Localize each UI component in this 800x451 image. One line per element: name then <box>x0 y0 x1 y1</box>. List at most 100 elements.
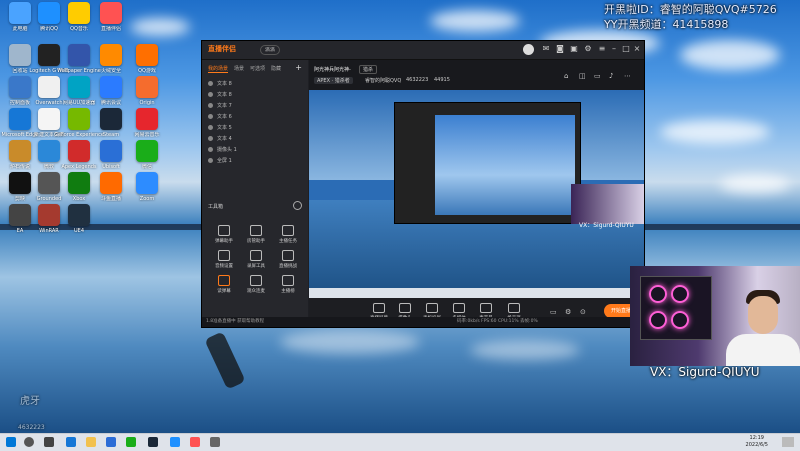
app-icon <box>136 108 158 130</box>
source-item[interactable]: 文本 8 <box>202 78 308 89</box>
clock-date: 2022/6/5 <box>745 442 768 448</box>
add-source-icon[interactable]: + <box>295 64 302 73</box>
eye-icon[interactable] <box>208 92 213 97</box>
status-help[interactable]: 1.8准备直播中 获取帮助教程 <box>206 317 264 327</box>
desktop-icon-label: 微信 <box>141 164 152 170</box>
gift-icon[interactable]: ▣ <box>569 44 579 54</box>
eye-icon[interactable] <box>208 103 213 108</box>
more-icon[interactable]: ⋯ <box>624 72 631 80</box>
tool-item[interactable]: 观众连麦 <box>240 275 272 294</box>
tool-item[interactable]: 读弹幕 <box>208 275 240 294</box>
app-icon <box>68 204 90 226</box>
lock-icon[interactable]: ⌂ <box>564 72 568 80</box>
tab-my-scene[interactable]: 我的场景 <box>208 65 229 73</box>
app-icon <box>136 172 158 194</box>
status-metrics: 码率:0kb/s FPS:60 CPU:11% 丢帧:0% <box>457 319 538 324</box>
taskbar: 12:19 2022/6/5 <box>0 433 800 451</box>
clock-time: 12:19 <box>749 435 764 441</box>
notification-icon[interactable] <box>782 437 794 447</box>
webcam-overlay <box>630 266 800 366</box>
camera-icon[interactable]: ◙ <box>555 44 565 54</box>
bell-icon[interactable]: ♪ <box>609 72 613 80</box>
task-view-icon[interactable] <box>44 437 54 447</box>
room-title[interactable]: 阿光神兵阿光神- <box>314 66 351 73</box>
scene-tabs: 我的场景 场景 可选项 隐藏 + <box>202 60 308 78</box>
video-icon[interactable]: ▭ <box>550 308 557 316</box>
desktop-icon[interactable]: 直播伴侣 <box>85 2 137 32</box>
eye-icon[interactable] <box>208 125 213 130</box>
app2-taskbar-icon[interactable] <box>210 437 220 447</box>
edge-taskbar-icon[interactable] <box>66 437 76 447</box>
app-brand: 直播伴侣 <box>208 45 236 53</box>
monitor-icon <box>373 303 385 313</box>
room-tag[interactable]: 猎杀 <box>359 65 378 74</box>
source-item[interactable]: 文本 8 <box>202 89 308 100</box>
eye-icon[interactable] <box>208 114 213 119</box>
maximize-icon[interactable]: □ <box>621 44 631 54</box>
close-icon[interactable]: × <box>632 44 642 54</box>
record-icon[interactable]: ▭ <box>594 72 601 80</box>
phone-icon <box>426 303 438 313</box>
tab-hidden[interactable]: 隐藏 <box>271 65 281 73</box>
eye-icon[interactable] <box>208 158 213 163</box>
search-icon[interactable] <box>24 437 34 447</box>
tab-scene[interactable]: 场景 <box>234 65 244 73</box>
steam-taskbar-icon[interactable] <box>148 437 158 447</box>
live-assistant-taskbar-icon[interactable] <box>190 437 200 447</box>
app-badge[interactable]: 派派 <box>260 45 281 55</box>
source-item[interactable]: 文本 7 <box>202 100 308 111</box>
tool-item[interactable]: 弹幕助手 <box>208 225 240 244</box>
status-bar: 1.8准备直播中 获取帮助教程 码率:0kb/s FPS:60 CPU:11% … <box>202 317 644 327</box>
settings-icon[interactable]: ⚙ <box>565 308 571 316</box>
toolbox-settings-icon[interactable] <box>293 201 302 210</box>
wechat-taskbar-icon[interactable] <box>126 437 136 447</box>
tool-item[interactable]: 音频设置 <box>208 250 240 269</box>
tool-grid: 弹幕助手 房管助手 主播任务 音频设置 录屏工具 直播挑战 读弹幕 观众连麦 主… <box>208 225 304 294</box>
tool-item[interactable]: 主播榜 <box>272 275 304 294</box>
qq-taskbar-icon[interactable] <box>170 437 180 447</box>
stream-preview[interactable]: VX：Sigurd-QIUYU <box>309 90 644 298</box>
minimize-icon[interactable]: – <box>609 44 619 54</box>
taskbar-clock[interactable]: 12:19 2022/6/5 <box>746 435 768 449</box>
source-item[interactable]: 文本 4 <box>202 133 308 144</box>
room-id: 4632223 <box>406 77 429 83</box>
overlay-yy-channel: YY开黑频道：41415898 <box>604 18 729 31</box>
eye-icon[interactable] <box>208 81 213 86</box>
main-area: 阿光神兵阿光神- 猎杀 APEX · 猎杀者 睿智的阿聪QVQ 4632223 … <box>309 60 644 327</box>
user-avatar[interactable] <box>523 44 534 55</box>
desktop-icon[interactable]: QQ游戏 <box>121 44 173 74</box>
mail-icon[interactable]: ✉ <box>541 44 551 54</box>
watermark-brand: 虎牙 <box>20 396 40 407</box>
windows-start-icon[interactable] <box>6 437 16 447</box>
tool-item[interactable]: 房管助手 <box>240 225 272 244</box>
tool-icon <box>218 275 230 286</box>
desktop-icon[interactable]: Origin <box>121 76 173 106</box>
gear-icon[interactable]: ⊙ <box>580 308 586 316</box>
app-taskbar-icon[interactable] <box>106 437 116 447</box>
desktop-icon[interactable]: UE4 <box>53 204 105 234</box>
source-item[interactable]: 文本 5 <box>202 122 308 133</box>
source-item[interactable]: 文本 6 <box>202 111 308 122</box>
settings-icon[interactable]: ⚙ <box>583 44 593 54</box>
tool-icon <box>218 225 230 236</box>
menu-icon[interactable]: ≡ <box>597 44 607 54</box>
share-icon[interactable]: ◫ <box>579 72 586 80</box>
tool-item[interactable]: 录屏工具 <box>240 250 272 269</box>
game-tag[interactable]: APEX · 猎杀者 <box>314 77 353 84</box>
microphone-icon <box>480 303 492 313</box>
explorer-taskbar-icon[interactable] <box>86 437 96 447</box>
desktop-icon[interactable]: 网易云音乐 <box>121 108 173 138</box>
eye-icon[interactable] <box>208 136 213 141</box>
tool-item[interactable]: 直播挑战 <box>272 250 304 269</box>
preview-webcam <box>571 184 644 224</box>
app-icon <box>136 44 158 66</box>
app-title-bar: 直播伴侣 派派 ✉ ◙ ▣ ⚙ ≡ – □ × <box>202 41 644 60</box>
eye-icon[interactable] <box>208 147 213 152</box>
source-item[interactable]: 摄像头 1 <box>202 144 308 155</box>
desktop-icon[interactable]: Zoom <box>121 172 173 202</box>
source-list: 文本 8 文本 8 文本 7 文本 6 文本 5 文本 4 摄像头 1 全屏 1 <box>202 78 308 166</box>
tab-optional[interactable]: 可选项 <box>250 65 265 73</box>
tool-item[interactable]: 主播任务 <box>272 225 304 244</box>
desktop-icon[interactable]: 微信 <box>121 140 173 170</box>
source-item[interactable]: 全屏 1 <box>202 155 308 166</box>
